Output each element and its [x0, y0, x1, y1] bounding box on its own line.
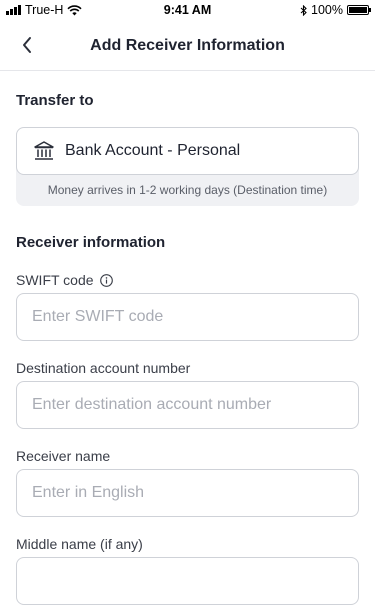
nav-header: Add Receiver Information — [0, 22, 375, 71]
middle-name-input[interactable] — [16, 557, 359, 605]
battery-percent: 100% — [311, 3, 343, 17]
swift-code-label-text: SWIFT code — [16, 272, 94, 288]
battery-icon — [347, 5, 371, 15]
swift-code-label: SWIFT code — [16, 272, 113, 288]
bank-icon — [33, 140, 55, 162]
middle-name-label: Middle name (if any) — [16, 536, 143, 552]
destination-account-label: Destination account number — [16, 360, 191, 376]
swift-code-input[interactable] — [16, 293, 359, 341]
transfer-method-selector[interactable]: Bank Account - Personal — [16, 127, 359, 175]
receiver-name-input[interactable] — [16, 469, 359, 517]
transfer-section-title: Transfer to — [16, 92, 94, 109]
transfer-method-box: Bank Account - Personal Money arrives in… — [16, 127, 359, 206]
status-bar: True-H 9:41 AM 100% — [0, 0, 375, 20]
status-bar-right: 100% — [300, 3, 371, 17]
page-title: Add Receiver Information — [90, 37, 285, 54]
receiver-name-label: Receiver name — [16, 448, 111, 464]
transfer-method-label: Bank Account - Personal — [65, 142, 241, 159]
bluetooth-icon — [300, 4, 307, 16]
info-icon[interactable] — [99, 273, 113, 287]
destination-account-input[interactable] — [16, 381, 359, 429]
battery-level — [349, 7, 367, 13]
receiver-section-title: Receiver information — [16, 234, 166, 251]
transfer-arrival-note: Money arrives in 1-2 working days (Desti… — [47, 183, 328, 197]
